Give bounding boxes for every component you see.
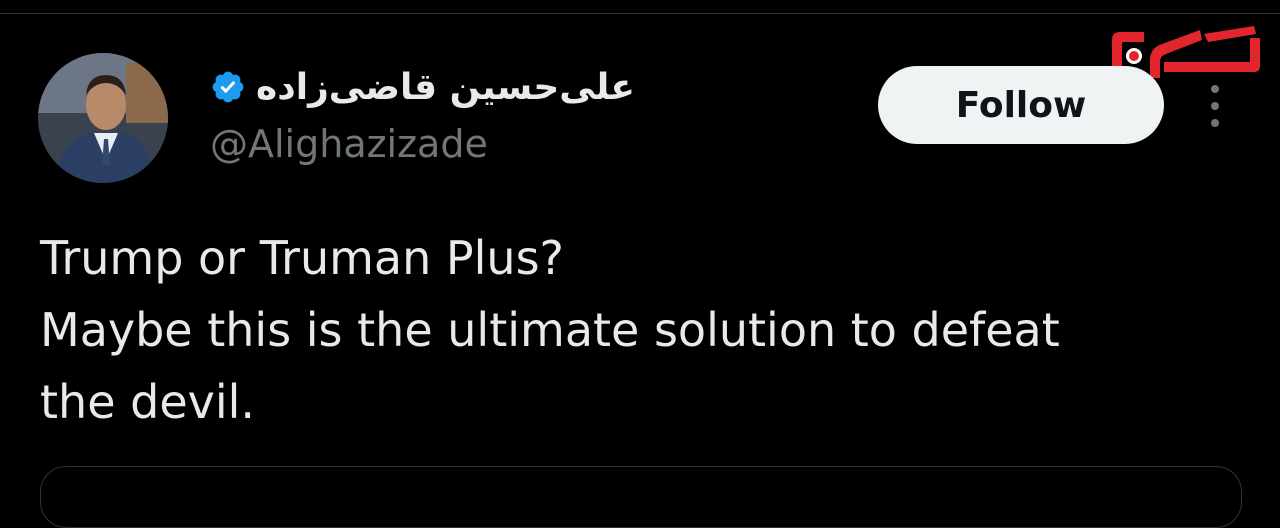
tweet-text: Trump or Truman Plus? Maybe this is the … xyxy=(40,222,1255,438)
tweet-text-line: Maybe this is the ultimate solution to d… xyxy=(40,303,1060,357)
verified-badge-icon xyxy=(210,69,246,105)
author-name-row: علی‌حسین قاضی‌زاده xyxy=(210,62,635,112)
follow-button[interactable]: Follow xyxy=(878,66,1164,144)
tweet-text-line: Trump or Truman Plus? xyxy=(40,231,564,285)
tweet-text-line: the devil. xyxy=(40,375,256,429)
author-handle[interactable]: @Alighazizade xyxy=(210,122,488,166)
top-divider xyxy=(0,0,1280,14)
avatar[interactable] xyxy=(38,53,168,183)
media-card[interactable] xyxy=(40,466,1242,528)
more-vertical-icon[interactable] xyxy=(1203,83,1227,129)
author-display-name[interactable]: علی‌حسین قاضی‌زاده xyxy=(256,67,635,108)
